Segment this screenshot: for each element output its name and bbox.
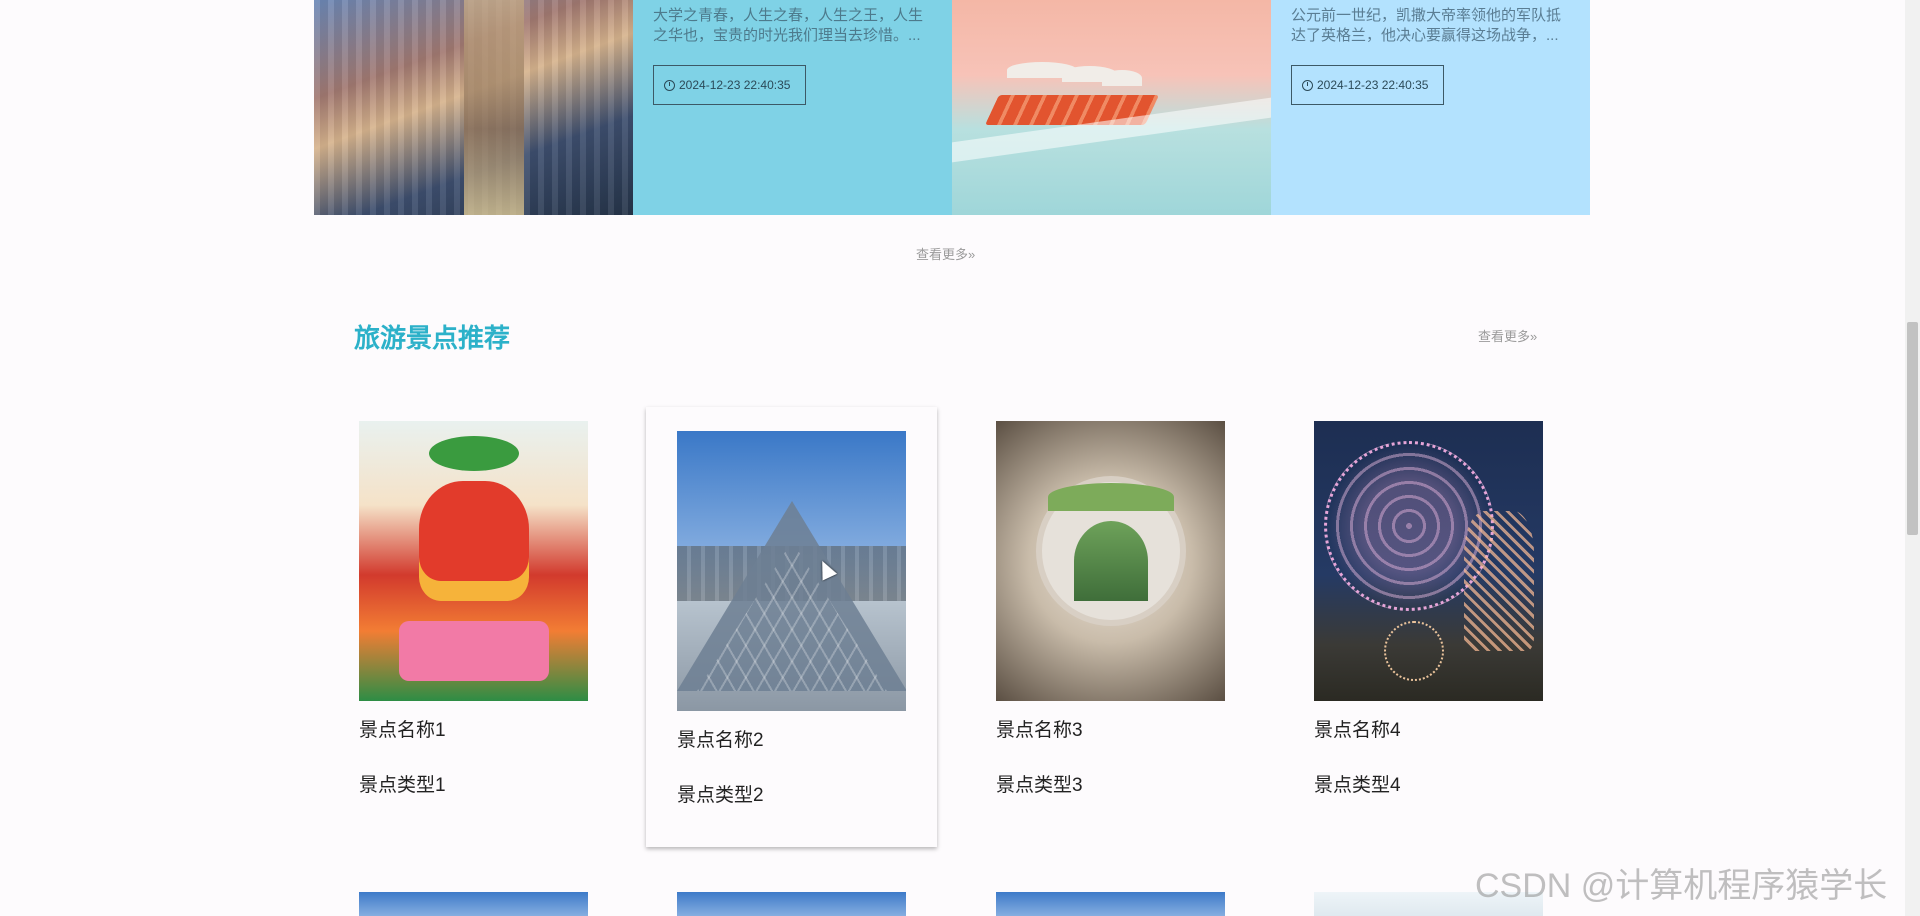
scrollbar-thumb[interactable] (1907, 322, 1918, 535)
attraction-image[interactable] (996, 421, 1225, 701)
news-time: 2024-12-23 22:40:35 (1317, 78, 1429, 92)
attraction-image[interactable] (677, 431, 906, 711)
attraction-name[interactable]: 景点名称2 (677, 725, 907, 752)
attraction-name[interactable]: 景点名称4 (1314, 715, 1544, 742)
attraction-name[interactable]: 景点名称3 (996, 715, 1226, 742)
news-item-1[interactable]: 大学之青春，人生之春，人生之王，人生之华也，宝贵的时光我们理当去珍惜。... 2… (633, 0, 952, 215)
umbrella-shape (1102, 70, 1142, 86)
attraction-card-peek[interactable] (359, 892, 588, 916)
attraction-image[interactable] (359, 421, 588, 701)
clock-icon (1302, 79, 1313, 91)
attraction-type: 景点类型3 (996, 775, 1083, 796)
news-time-badge: 2024-12-23 22:40:35 (653, 65, 806, 105)
attraction-type: 景点类型2 (677, 785, 764, 806)
attraction-type: 景点类型4 (1314, 775, 1401, 796)
attraction-image[interactable] (1314, 421, 1543, 701)
attraction-card-peek[interactable] (996, 892, 1225, 916)
news-strip: 大学之青春，人生之春，人生之王，人生之华也，宝贵的时光我们理当去珍惜。... 2… (314, 0, 1590, 215)
attraction-card-4[interactable]: 景点名称4 景点类型4 (1314, 421, 1544, 797)
section-title: 旅游景点推荐 (354, 323, 511, 353)
news-time-badge: 2024-12-23 22:40:35 (1291, 65, 1444, 105)
news-desc: 公元前一世纪，凯撒大帝率领他的军队抵达了英格兰，他决心要赢得这场战争，... (1291, 7, 1562, 44)
attraction-type: 景点类型1 (359, 775, 446, 796)
news-more-link[interactable]: 查看更多» (916, 244, 975, 263)
attraction-card-2[interactable]: 景点名称2 景点类型2 (646, 407, 937, 847)
attraction-card-1[interactable]: 景点名称1 景点类型1 (359, 421, 589, 797)
attractions-more-link[interactable]: 查看更多» (1478, 326, 1537, 345)
attraction-card-3[interactable]: 景点名称3 景点类型3 (996, 421, 1226, 797)
news-desc: 大学之青春，人生之春，人生之王，人生之华也，宝贵的时光我们理当去珍惜。... (653, 7, 924, 44)
clock-icon (664, 79, 675, 91)
attraction-card-peek[interactable] (677, 892, 906, 916)
news-image-pool[interactable] (952, 0, 1271, 215)
watermark: CSDN @计算机程序猿学长 (1475, 867, 1888, 905)
attraction-name[interactable]: 景点名称1 (359, 715, 589, 742)
news-image-city[interactable] (314, 0, 633, 215)
news-item-2[interactable]: 公元前一世纪，凯撒大帝率领他的军队抵达了英格兰，他决心要赢得这场战争，... 2… (1271, 0, 1590, 215)
news-time: 2024-12-23 22:40:35 (679, 78, 791, 92)
